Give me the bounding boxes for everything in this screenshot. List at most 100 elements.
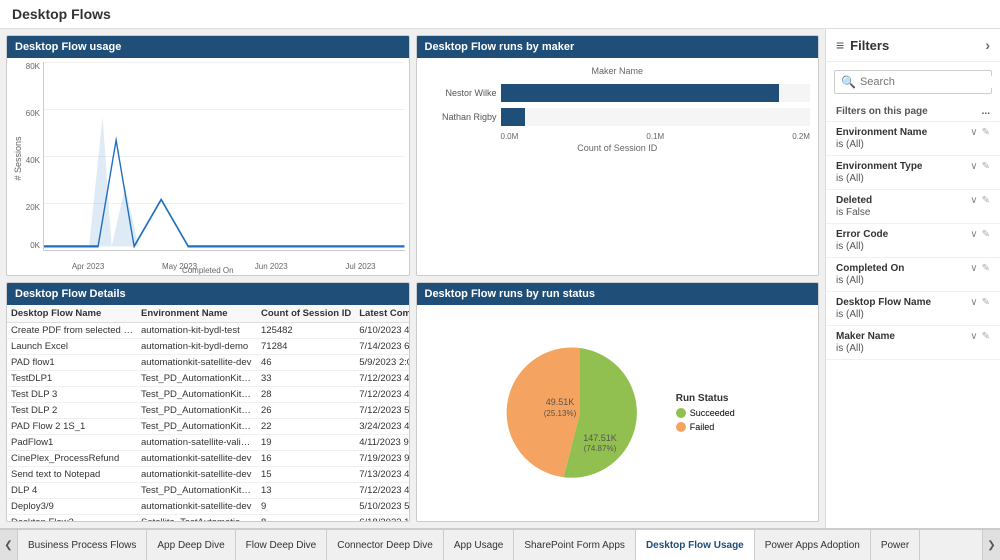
filter-chevron-1[interactable]: ∨: [970, 161, 977, 172]
table-row: Test DLP 3 Test_PD_AutomationKit_Satelli…: [7, 386, 409, 402]
maker-label-2: Nathan Rigby: [425, 112, 497, 122]
maker-y-axis-title: Maker Name: [425, 66, 811, 76]
filter-chevron-5[interactable]: ∨: [970, 297, 977, 308]
cell-completed: 7/12/2023 4:32:05 AM: [355, 386, 408, 402]
filter-items-container: Environment Name ∨ ✎ is (All) Environmen…: [826, 122, 1000, 528]
run-status-legend: Run Status Succeeded Failed: [676, 393, 735, 432]
filter-item-header-1: Environment Type ∨ ✎: [836, 161, 990, 172]
table-row: Create PDF from selected PDF page(s) - C…: [7, 322, 409, 338]
tab-power[interactable]: Power: [871, 530, 920, 560]
status-panel-body: 49.51K (25.13%) 147.51K (74.87%) Run Sta…: [417, 305, 819, 522]
cell-count: 26: [257, 402, 355, 418]
cell-env: automation-kit-bydl-demo: [137, 338, 257, 354]
maker-bar-1: [501, 84, 780, 102]
cell-completed: 6/18/2023 10:30:24 AM: [355, 514, 408, 521]
tab-power-apps-adoption[interactable]: Power Apps Adoption: [755, 530, 871, 560]
filter-edit-0[interactable]: ✎: [982, 127, 990, 138]
cell-completed: 7/19/2023 9:22:52 AM: [355, 450, 408, 466]
tab-flow-deep-dive[interactable]: Flow Deep Dive: [236, 530, 328, 560]
filter-name-0: Environment Name: [836, 127, 927, 138]
filters-on-page-label: Filters on this page: [836, 106, 928, 117]
filter-name-6: Maker Name: [836, 331, 895, 342]
app-title-bar: Desktop Flows: [0, 0, 1000, 29]
filter-chevron-3[interactable]: ∨: [970, 229, 977, 240]
filter-item-4[interactable]: Completed On ∨ ✎ is (All): [826, 258, 1000, 292]
succeeded-dot: [676, 408, 686, 418]
x-axis-title: Completed On: [182, 266, 234, 275]
maker-label-1: Nestor Wilke: [425, 88, 497, 98]
x-axis-ticks: 0.0M 0.1M 0.2M: [501, 132, 811, 141]
cell-flow-name: Test DLP 3: [7, 386, 137, 402]
search-icon: 🔍: [841, 75, 856, 89]
filter-name-1: Environment Type: [836, 161, 923, 172]
filter-item-6[interactable]: Maker Name ∨ ✎ is (All): [826, 326, 1000, 360]
tabs-nav-prev[interactable]: ❮: [0, 530, 18, 560]
cell-count: 15: [257, 466, 355, 482]
tab-business-process-flows[interactable]: Business Process Flows: [18, 530, 147, 560]
filter-search-input[interactable]: [860, 76, 1000, 88]
filter-chevron-6[interactable]: ∨: [970, 331, 977, 342]
cell-env: automation-kit-bydl-test: [137, 322, 257, 338]
failed-label-pct: (25.13%): [543, 409, 576, 418]
filter-item-2[interactable]: Deleted ∨ ✎ is False: [826, 190, 1000, 224]
details-panel-body: Desktop Flow Name Environment Name Count…: [7, 305, 409, 522]
filters-more-button[interactable]: ...: [982, 106, 990, 117]
filter-item-header-3: Error Code ∨ ✎: [836, 229, 990, 240]
details-table-wrapper[interactable]: Desktop Flow Name Environment Name Count…: [7, 305, 409, 522]
cell-count: 46: [257, 354, 355, 370]
cell-flow-name: PAD flow1: [7, 354, 137, 370]
cell-completed: 7/12/2023 5:21:34 AM: [355, 402, 408, 418]
tab-app-deep-dive[interactable]: App Deep Dive: [147, 530, 235, 560]
cell-completed: 5/9/2023 2:04:44 PM: [355, 354, 408, 370]
filter-name-4: Completed On: [836, 263, 904, 274]
filter-icon: ≡: [836, 37, 844, 53]
details-tbody: Create PDF from selected PDF page(s) - C…: [7, 322, 409, 521]
filter-edit-3[interactable]: ✎: [982, 229, 990, 240]
filter-item-header-0: Environment Name ∨ ✎: [836, 127, 990, 138]
filter-chevron-2[interactable]: ∨: [970, 195, 977, 206]
table-row: Deploy3/9 automationkit-satellite-dev 9 …: [7, 498, 409, 514]
filter-edit-6[interactable]: ✎: [982, 331, 990, 342]
filter-item-3[interactable]: Error Code ∨ ✎ is (All): [826, 224, 1000, 258]
usage-panel: Desktop Flow usage # Sessions 80K 60K 40…: [6, 35, 410, 276]
filter-name-3: Error Code: [836, 229, 888, 240]
cell-env: Test_PD_AutomationKit_Satellite: [137, 418, 257, 434]
tab-sharepoint-form-apps[interactable]: SharePoint Form Apps: [514, 530, 636, 560]
tabs-nav-next[interactable]: ❯: [982, 530, 1000, 560]
cell-env: automationkit-satellite-dev: [137, 354, 257, 370]
filter-item-1[interactable]: Environment Type ∨ ✎ is (All): [826, 156, 1000, 190]
cell-env: Test_PD_AutomationKit_Satellite: [137, 370, 257, 386]
cell-flow-name: Create PDF from selected PDF page(s) - C…: [7, 322, 137, 338]
filter-controls-2: ∨ ✎: [970, 195, 990, 206]
sidebar-close-button[interactable]: ›: [985, 37, 990, 53]
cell-completed: 7/14/2023 6:09:13 PM: [355, 338, 408, 354]
tab-desktop-flow-usage[interactable]: Desktop Flow Usage: [636, 530, 755, 560]
filters-on-page-header: Filters on this page ...: [826, 102, 1000, 122]
cell-env: Satellite_TestAutomationKIT: [137, 514, 257, 521]
filter-edit-2[interactable]: ✎: [982, 195, 990, 206]
filter-chevron-4[interactable]: ∨: [970, 263, 977, 274]
filters-sidebar: ≡ Filters › 🔍 Filters on this page ... E…: [825, 29, 1000, 528]
cell-env: automationkit-satellite-dev: [137, 466, 257, 482]
details-panel-header: Desktop Flow Details: [7, 283, 409, 305]
filter-edit-5[interactable]: ✎: [982, 297, 990, 308]
tab-connector-deep-dive[interactable]: Connector Deep Dive: [327, 530, 444, 560]
tab-app-usage[interactable]: App Usage: [444, 530, 514, 560]
cell-env: Test_PD_AutomationKit_Satellite: [137, 482, 257, 498]
maker-bar-2: [501, 108, 526, 126]
maker-panel-body: Maker Name Nestor Wilke Nathan Rigby: [417, 58, 819, 275]
app-title: Desktop Flows: [12, 6, 111, 22]
filter-item-5[interactable]: Desktop Flow Name ∨ ✎ is (All): [826, 292, 1000, 326]
filter-edit-1[interactable]: ✎: [982, 161, 990, 172]
filter-controls-0: ∨ ✎: [970, 127, 990, 138]
filter-item-0[interactable]: Environment Name ∨ ✎ is (All): [826, 122, 1000, 156]
filter-chevron-0[interactable]: ∨: [970, 127, 977, 138]
x-label-apr: Apr 2023: [72, 262, 104, 271]
x-label-jun: Jun 2023: [255, 262, 288, 271]
cell-flow-name: PadFlow1: [7, 434, 137, 450]
x-label-jul: Jul 2023: [345, 262, 375, 271]
succeeded-label-pct: (74.87%): [583, 444, 616, 453]
succeeded-label: Succeeded: [690, 408, 735, 418]
cell-env: automationkit-satellite-dev: [137, 498, 257, 514]
filter-edit-4[interactable]: ✎: [982, 263, 990, 274]
